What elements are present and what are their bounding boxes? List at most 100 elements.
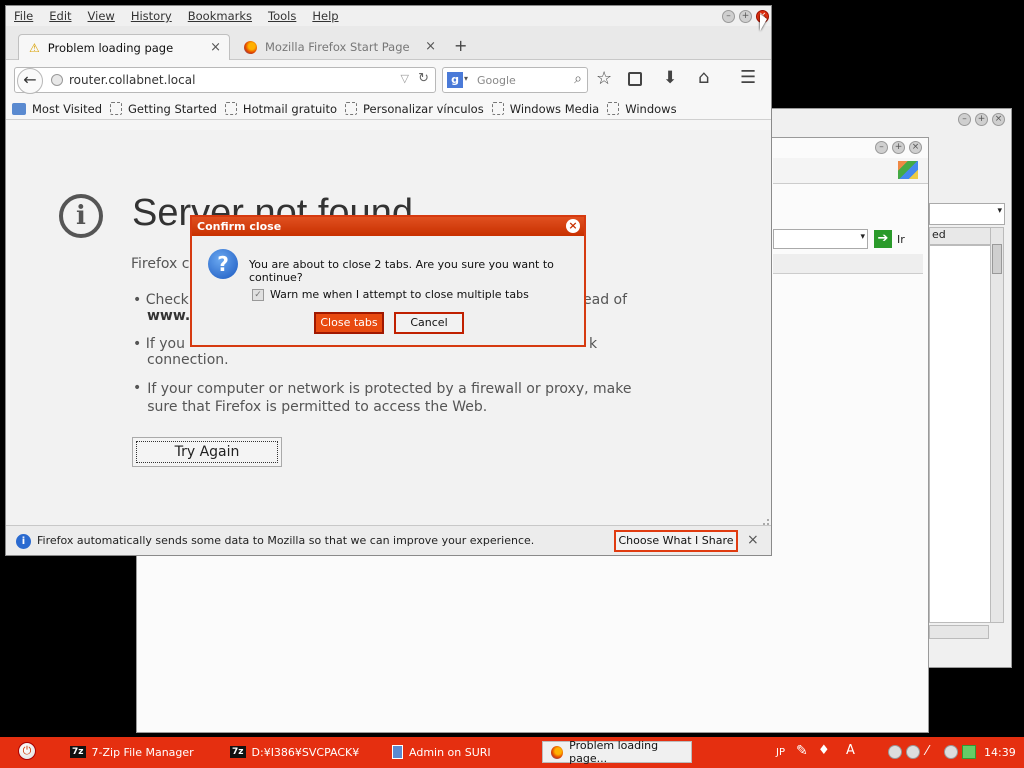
address-field[interactable]: ▾ xyxy=(773,229,868,249)
column-header-label: ed xyxy=(932,228,946,241)
confirm-close-dialog: Confirm close × ? You are about to close… xyxy=(190,215,586,347)
bullet-1-end: ead of xyxy=(583,292,628,308)
navigation-bar: ← router.collabnet.local ▽ ↻ g ▾ Google … xyxy=(6,60,771,98)
ime-icon[interactable]: ✎ xyxy=(796,743,808,759)
maximize-icon[interactable]: + xyxy=(975,113,988,126)
windows-logo-icon xyxy=(898,161,918,179)
chevron-down-icon[interactable]: ▾ xyxy=(464,74,468,83)
cancel-button[interactable]: Cancel xyxy=(394,312,464,334)
menu-history[interactable]: History xyxy=(131,9,172,23)
panel-header xyxy=(773,254,923,274)
chevron-down-icon[interactable]: ▾ xyxy=(860,232,865,242)
remote-desktop-icon xyxy=(392,745,403,759)
back-arrow-icon[interactable]: ← xyxy=(17,68,43,94)
tab-close-icon[interactable]: × xyxy=(210,40,221,55)
close-icon[interactable]: × xyxy=(566,219,580,233)
search-placeholder[interactable]: Google xyxy=(477,74,516,87)
page-icon xyxy=(345,102,358,115)
bookmark-star-icon[interactable]: ☆ xyxy=(596,68,612,89)
page-icon xyxy=(224,102,237,115)
ime-mode-icon[interactable]: ♦ xyxy=(818,743,830,758)
chevron-down-icon[interactable]: ▾ xyxy=(997,206,1002,216)
bookmark-label: Most Visited xyxy=(32,101,102,116)
tray-icon-3[interactable]: ⁄ xyxy=(926,744,928,759)
tray-icon-1[interactable] xyxy=(888,745,902,759)
maximize-icon[interactable]: + xyxy=(739,10,752,23)
task-label: 7-Zip File Manager xyxy=(91,745,194,759)
bookmark-personalizar[interactable]: Personalizar vínculos xyxy=(345,102,484,116)
tab-problem-loading[interactable]: ⚠ Problem loading page × xyxy=(18,34,230,60)
page-icon xyxy=(110,102,122,115)
reload-icon[interactable]: ↻ xyxy=(418,71,429,86)
reading-list-icon[interactable] xyxy=(628,72,642,86)
google-icon[interactable]: g xyxy=(447,72,463,88)
vertical-scrollbar[interactable] xyxy=(990,227,1004,623)
tab-firefox-start[interactable]: Mozilla Firefox Start Page × xyxy=(234,34,444,60)
home-icon[interactable]: ⌂ xyxy=(698,67,709,88)
tray-icon-5[interactable] xyxy=(962,745,976,759)
folder-icon xyxy=(12,102,26,115)
dropdown-field[interactable]: ▾ xyxy=(929,203,1005,225)
close-icon[interactable]: × xyxy=(992,113,1005,126)
close-icon[interactable]: × xyxy=(909,141,922,154)
language-indicator[interactable]: JP xyxy=(776,747,785,758)
error-intro: Firefox ca xyxy=(131,256,199,272)
minimize-icon[interactable]: – xyxy=(958,113,971,126)
task-7zip[interactable]: 7z 7-Zip File Manager xyxy=(70,741,220,763)
task-firefox[interactable]: Problem loading page... xyxy=(542,739,692,765)
warn-checkbox[interactable]: ✓ xyxy=(252,288,264,301)
tray-icon-2[interactable] xyxy=(906,745,920,759)
taskbar: ⏻ 7z 7-Zip File Manager 7z D:¥I386¥SVCPA… xyxy=(0,737,1024,768)
warn-checkbox-row[interactable]: ✓ Warn me when I attempt to close multip… xyxy=(252,288,529,301)
info-circle-icon: i xyxy=(16,534,31,549)
bookmarks-toolbar: Most Visited Getting Started Hotmail gra… xyxy=(6,98,771,120)
horizontal-scrollbar[interactable] xyxy=(929,625,989,639)
go-label[interactable]: Ir xyxy=(897,233,905,246)
bullet-2-text: If you xyxy=(145,336,185,352)
new-tab-icon[interactable]: + xyxy=(454,36,467,55)
close-tabs-button[interactable]: Close tabs xyxy=(314,312,384,334)
try-again-button[interactable]: Try Again xyxy=(132,437,282,467)
menu-bookmarks[interactable]: Bookmarks xyxy=(188,9,252,23)
menu-view[interactable]: View xyxy=(88,9,115,23)
ime-input-icon[interactable]: A xyxy=(846,743,855,758)
menu-bar: File Edit View History Bookmarks Tools H… xyxy=(6,6,771,26)
task-admin-suri[interactable]: Admin on SURI xyxy=(392,741,532,763)
dropdown-arrow-icon[interactable]: ▽ xyxy=(401,72,409,85)
tab-title: Mozilla Firefox Start Page xyxy=(265,40,410,54)
window-controls: – + × xyxy=(875,141,922,154)
bullet-dot: • xyxy=(133,336,146,352)
bookmark-hotmail[interactable]: Hotmail gratuito xyxy=(224,102,337,116)
url-bar[interactable]: ← router.collabnet.local ▽ ↻ xyxy=(14,67,436,94)
menu-help[interactable]: Help xyxy=(312,9,338,23)
close-icon[interactable]: × xyxy=(747,532,759,548)
dialog-title: Confirm close xyxy=(197,220,282,233)
bookmark-windows[interactable]: Windows xyxy=(607,102,677,116)
menu-tools[interactable]: Tools xyxy=(268,9,296,23)
tab-close-icon[interactable]: × xyxy=(425,39,436,54)
minimize-icon[interactable]: – xyxy=(875,141,888,154)
minimize-icon[interactable]: – xyxy=(722,10,735,23)
maximize-icon[interactable]: + xyxy=(892,141,905,154)
tray-icon-4[interactable] xyxy=(944,745,958,759)
clock[interactable]: 14:39 xyxy=(984,746,1016,759)
bookmark-label: Getting Started xyxy=(128,101,217,116)
firefox-logo-icon xyxy=(244,40,257,54)
hamburger-menu-icon[interactable]: ☰ xyxy=(740,67,756,88)
bookmark-getting-started[interactable]: Getting Started xyxy=(110,102,217,116)
start-button[interactable]: ⏻ xyxy=(18,742,36,760)
search-icon[interactable]: ⌕ xyxy=(574,71,582,87)
bookmark-most-visited[interactable]: Most Visited xyxy=(12,102,102,116)
task-svcpack[interactable]: 7z D:¥I386¥SVCPACK¥ xyxy=(230,741,380,763)
dialog-titlebar: Confirm close × xyxy=(192,217,584,236)
menu-edit[interactable]: Edit xyxy=(49,9,71,23)
bookmark-windows-media[interactable]: Windows Media xyxy=(491,102,599,116)
scroll-thumb[interactable] xyxy=(992,244,1002,274)
url-text[interactable]: router.collabnet.local xyxy=(69,73,195,87)
choose-what-i-share-button[interactable]: Choose What I Share xyxy=(614,530,738,552)
mouse-cursor-icon xyxy=(760,14,767,31)
search-bar[interactable]: g ▾ Google ⌕ xyxy=(442,67,588,93)
download-icon[interactable]: ⬇ xyxy=(663,68,677,88)
menu-file[interactable]: File xyxy=(14,9,33,23)
go-arrow-icon[interactable]: ➔ xyxy=(874,230,892,248)
